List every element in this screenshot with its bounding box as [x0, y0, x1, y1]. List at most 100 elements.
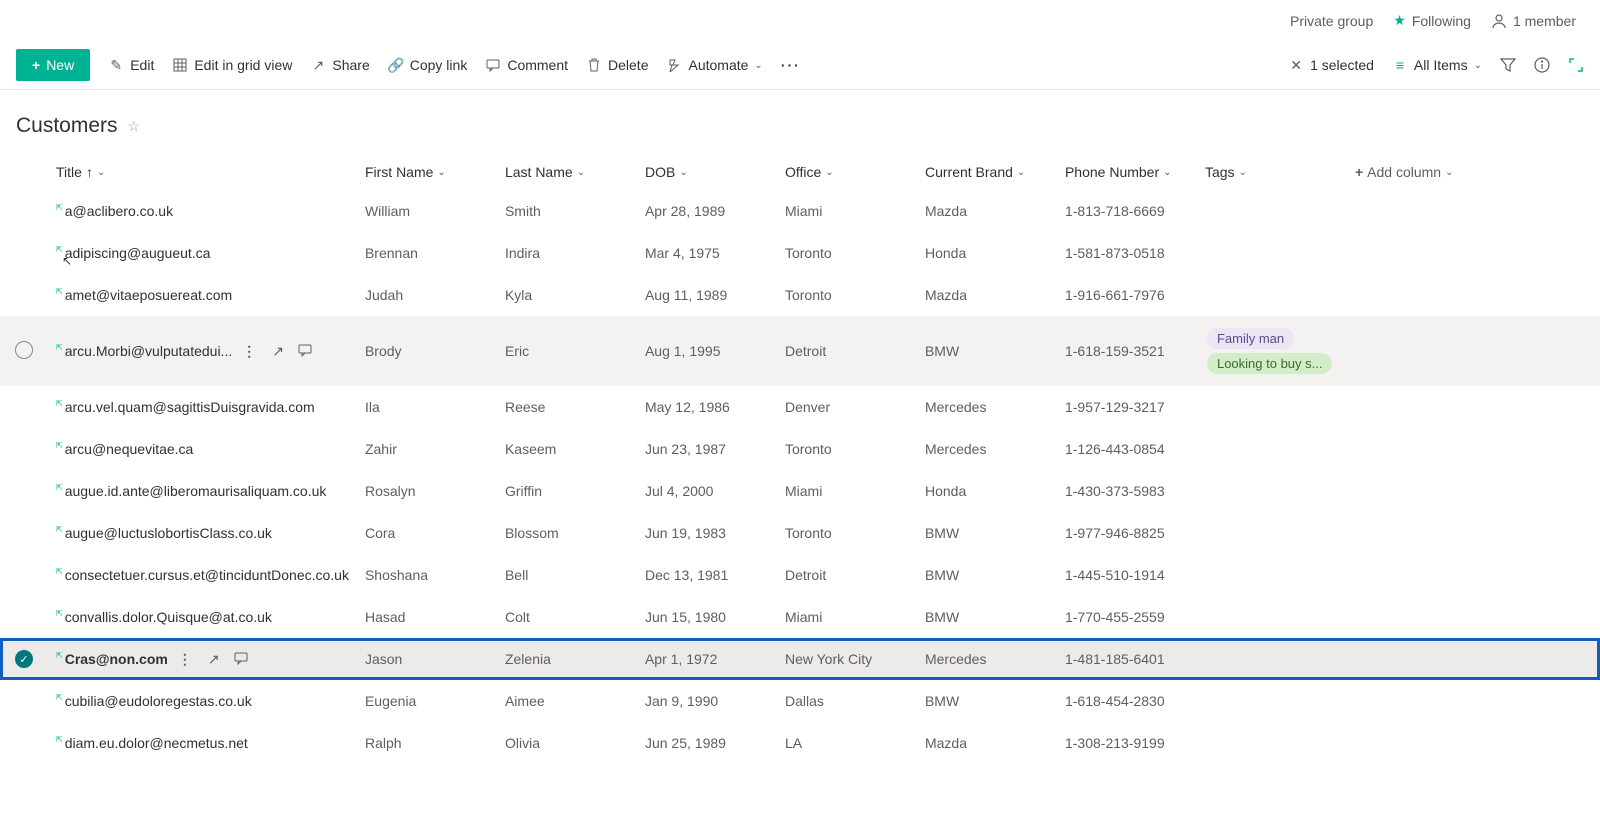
- link-indicator-icon: ⇱: [56, 245, 63, 254]
- automate-button[interactable]: Automate⌄: [666, 57, 762, 73]
- cell-off: Detroit: [777, 554, 917, 596]
- column-header-last-name[interactable]: Last Name ⌄: [505, 164, 629, 180]
- select-all-header[interactable]: [0, 154, 48, 190]
- title-cell-text[interactable]: arcu.vel.quam@sagittisDuisgravida.com: [65, 399, 315, 415]
- table-row[interactable]: ⇱arcu.Morbi@vulputatedui...⋮↗BrodyEricAu…: [0, 316, 1600, 386]
- table-row[interactable]: ⇱arcu.vel.quam@sagittisDuisgravida.comIl…: [0, 386, 1600, 428]
- title-cell-text[interactable]: arcu.Morbi@vulputatedui...: [65, 343, 233, 359]
- cell-ln: Eric: [497, 316, 637, 386]
- cell-fn: Brody: [357, 316, 497, 386]
- table-row[interactable]: ⇱a@aclibero.co.ukWilliamSmithApr 28, 198…: [0, 190, 1600, 232]
- cell-ln: Reese: [497, 386, 637, 428]
- chevron-down-icon: ⌄: [97, 167, 105, 178]
- cell-brand: Mazda: [917, 274, 1057, 316]
- link-indicator-icon: ⇱: [56, 399, 63, 408]
- cell-off: Miami: [777, 596, 917, 638]
- copy-link-button[interactable]: 🔗Copy link: [388, 57, 468, 73]
- link-indicator-icon: ⇱: [56, 525, 63, 534]
- cell-fn: Eugenia: [357, 680, 497, 722]
- link-indicator-icon: ⇱: [56, 609, 63, 618]
- title-cell-text[interactable]: augue@luctuslobortisClass.co.uk: [65, 525, 272, 541]
- edit-button[interactable]: ✎Edit: [108, 57, 154, 73]
- info-button[interactable]: [1534, 57, 1550, 73]
- cell-ln: Blossom: [497, 512, 637, 554]
- expand-button[interactable]: [1568, 57, 1584, 73]
- table-row[interactable]: ⇱augue.id.ante@liberomaurisaliquam.co.uk…: [0, 470, 1600, 512]
- cell-phone: 1-581-873-0518: [1057, 232, 1197, 274]
- cell-brand: Mazda: [917, 722, 1057, 764]
- title-cell-text[interactable]: diam.eu.dolor@necmetus.net: [65, 735, 248, 751]
- plus-icon: +: [1355, 164, 1363, 180]
- table-row[interactable]: ⇱consectetuer.cursus.et@tinciduntDonec.c…: [0, 554, 1600, 596]
- more-button[interactable]: ···: [781, 57, 801, 73]
- title-cell-text[interactable]: consectetuer.cursus.et@tinciduntDonec.co…: [65, 567, 349, 583]
- column-header-dob[interactable]: DOB ⌄: [645, 164, 769, 180]
- favorite-icon[interactable]: ☆: [128, 118, 141, 135]
- cell-off: Toronto: [777, 512, 917, 554]
- clear-selection-button[interactable]: ✕1 selected: [1288, 57, 1374, 73]
- column-header-brand[interactable]: Current Brand ⌄: [925, 164, 1049, 180]
- table-row[interactable]: ⇱cubilia@eudoloregestas.co.ukEugeniaAime…: [0, 680, 1600, 722]
- cell-phone: 1-916-661-7976: [1057, 274, 1197, 316]
- table-row[interactable]: ⇱augue@luctuslobortisClass.co.ukCoraBlos…: [0, 512, 1600, 554]
- private-group-label: Private group: [1290, 13, 1373, 29]
- comment-button[interactable]: Comment: [485, 57, 568, 73]
- cell-ln: Kyla: [497, 274, 637, 316]
- add-column-button[interactable]: + Add column ⌄: [1355, 164, 1592, 180]
- edit-grid-button[interactable]: Edit in grid view: [172, 57, 292, 73]
- table-row[interactable]: ✓⇱Cras@non.com⋮↗JasonZeleniaApr 1, 1972N…: [0, 638, 1600, 680]
- title-cell-text[interactable]: adipiscing@augueut.ca: [65, 245, 211, 261]
- share-button[interactable]: ↗Share: [310, 57, 369, 73]
- view-selector[interactable]: ≡All Items⌄: [1392, 57, 1482, 73]
- row-more-icon[interactable]: ⋮: [242, 343, 258, 360]
- chevron-down-icon: ⌄: [1239, 167, 1247, 178]
- filter-button[interactable]: [1500, 57, 1516, 73]
- title-cell-text[interactable]: convallis.dolor.Quisque@at.co.uk: [65, 609, 272, 625]
- table-row[interactable]: ⇱convallis.dolor.Quisque@at.co.uk HasadCo…: [0, 596, 1600, 638]
- cell-ln: Colt: [497, 596, 637, 638]
- row-comment-icon[interactable]: [234, 651, 248, 668]
- title-cell-text[interactable]: arcu@nequevitae.ca: [65, 441, 194, 457]
- table-row[interactable]: ⇱arcu@nequevitae.caZahirKaseemJun 23, 19…: [0, 428, 1600, 470]
- column-header-phone[interactable]: Phone Number ⌄: [1065, 164, 1189, 180]
- table-row[interactable]: ⇱adipiscing@augueut.ca↖BrennanIndiraMar …: [0, 232, 1600, 274]
- chevron-down-icon: ⌄: [437, 167, 445, 178]
- row-more-icon[interactable]: ⋮: [178, 651, 194, 668]
- new-button[interactable]: +New: [16, 49, 90, 81]
- chevron-down-icon: ⌄: [754, 60, 762, 71]
- cell-fn: Hasad: [357, 596, 497, 638]
- cell-dob: Mar 4, 1975: [637, 232, 777, 274]
- cell-tags: [1197, 512, 1347, 554]
- cell-phone: 1-481-185-6401: [1057, 638, 1197, 680]
- table-row[interactable]: ⇱amet@vitaeposuereat.comJudahKylaAug 11,…: [0, 274, 1600, 316]
- following-toggle[interactable]: ★Following: [1393, 12, 1471, 29]
- title-cell-text[interactable]: Cras@non.com: [65, 651, 168, 667]
- column-header-tags[interactable]: Tags ⌄: [1205, 164, 1339, 180]
- row-selected-check-icon[interactable]: ✓: [15, 650, 33, 668]
- cell-dob: Jun 25, 1989: [637, 722, 777, 764]
- cell-tags: [1197, 722, 1347, 764]
- row-comment-icon[interactable]: [298, 343, 312, 360]
- row-select-circle[interactable]: [15, 341, 33, 359]
- title-cell-text[interactable]: a@aclibero.co.uk: [65, 203, 173, 219]
- column-header-office[interactable]: Office ⌄: [785, 164, 909, 180]
- row-share-icon[interactable]: ↗: [208, 651, 220, 668]
- delete-button[interactable]: Delete: [586, 57, 648, 73]
- row-share-icon[interactable]: ↗: [272, 343, 284, 360]
- column-header-first-name[interactable]: First Name ⌄: [365, 164, 489, 180]
- title-cell-text[interactable]: cubilia@eudoloregestas.co.uk: [65, 693, 252, 709]
- column-header-title[interactable]: Title ↑ ⌄: [56, 164, 349, 180]
- title-cell-text[interactable]: augue.id.ante@liberomaurisaliquam.co.uk: [65, 483, 327, 499]
- cell-tags: Family man Looking to buy s...: [1197, 316, 1347, 386]
- link-icon: 🔗: [388, 57, 404, 73]
- cell-fn: Shoshana: [357, 554, 497, 596]
- cell-brand: Mercedes: [917, 638, 1057, 680]
- tag-pill[interactable]: Looking to buy s...: [1207, 353, 1333, 374]
- cell-brand: BMW: [917, 680, 1057, 722]
- table-row[interactable]: ⇱diam.eu.dolor@necmetus.netRalphOliviaJu…: [0, 722, 1600, 764]
- tag-pill[interactable]: Family man: [1207, 328, 1294, 349]
- title-cell-text[interactable]: amet@vitaeposuereat.com: [65, 287, 233, 303]
- link-indicator-icon: ⇱: [56, 735, 63, 744]
- members-link[interactable]: 1 member: [1491, 13, 1576, 29]
- chevron-down-icon: ⌄: [1163, 167, 1171, 178]
